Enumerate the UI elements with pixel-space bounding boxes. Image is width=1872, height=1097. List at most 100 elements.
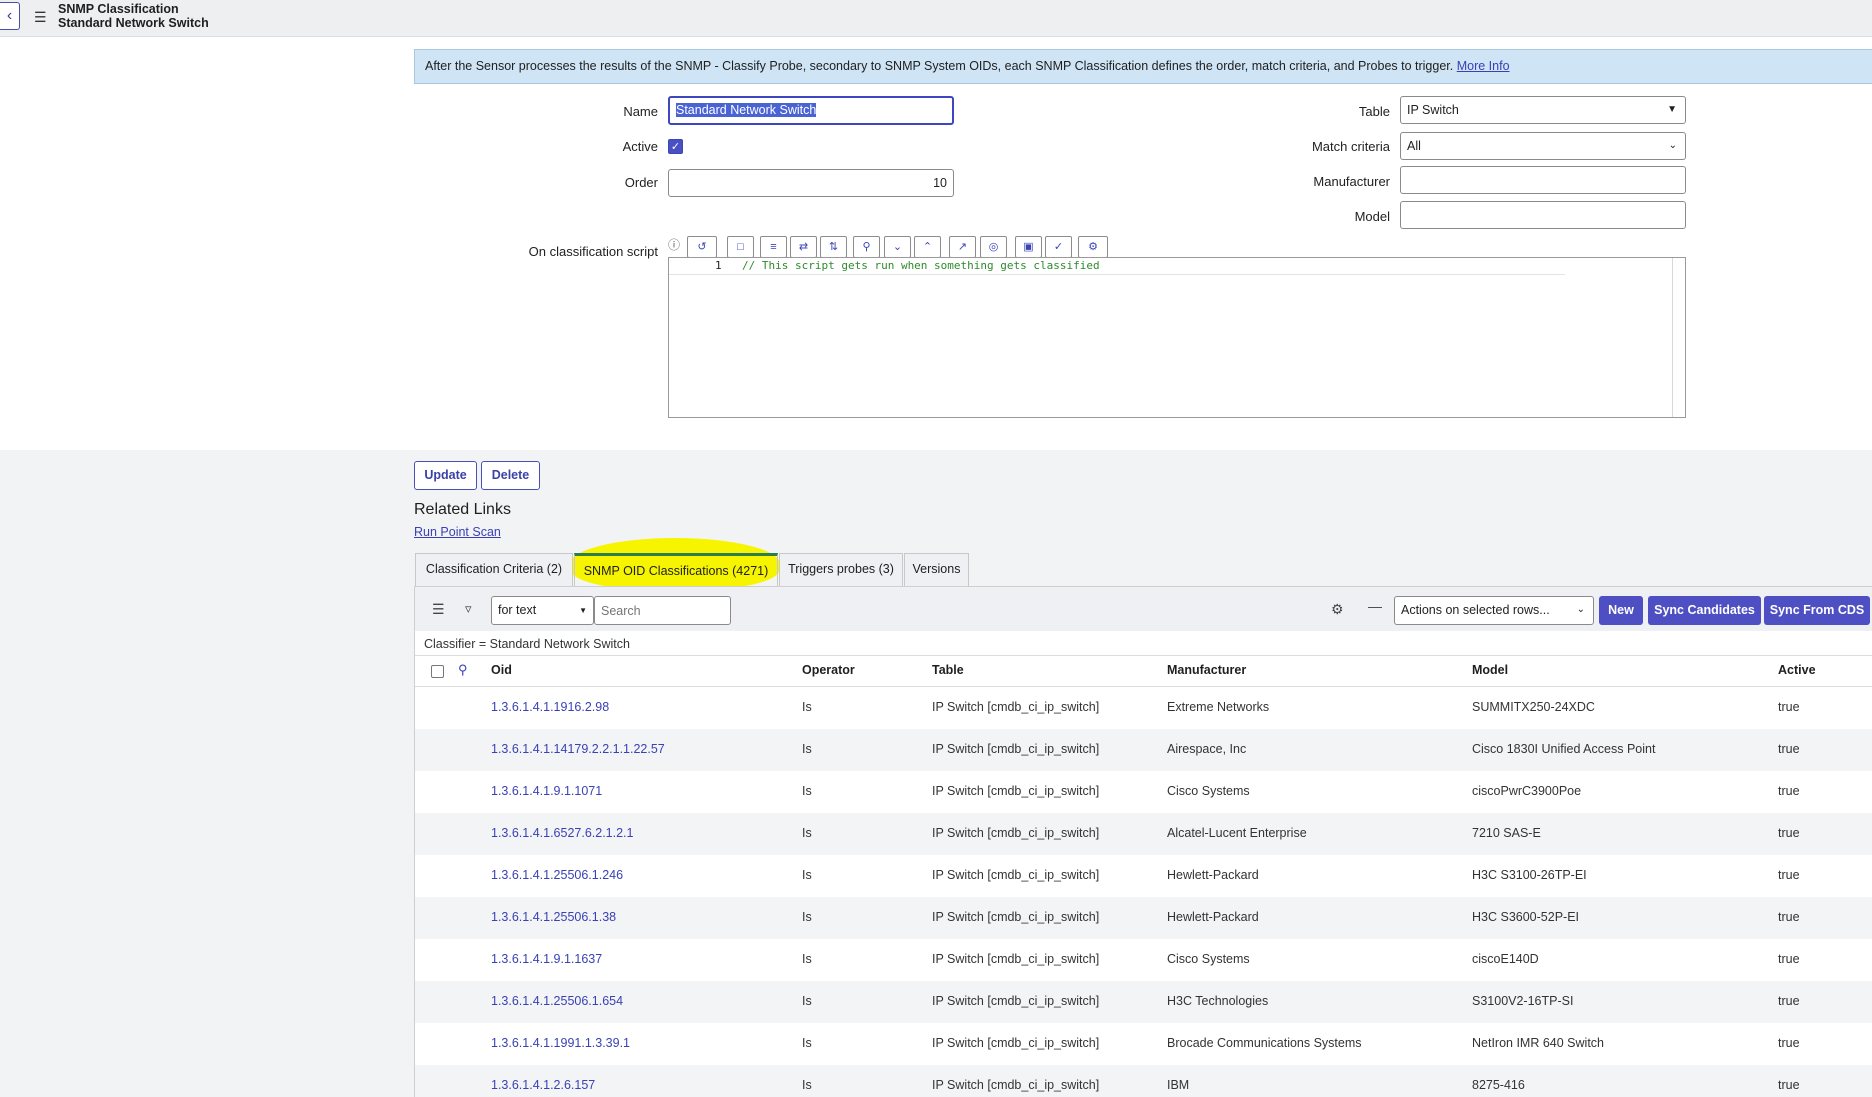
column-header-model[interactable]: Model (1472, 663, 1508, 677)
manufacturer-cell: Hewlett-Packard (1167, 910, 1259, 924)
name-label: Name (623, 104, 658, 119)
select-all-checkbox[interactable] (431, 665, 444, 678)
replace-icon[interactable]: ⇄ (790, 236, 817, 258)
sync-from-cds-button[interactable]: Sync From CDS (1764, 596, 1870, 625)
oid-cell[interactable]: 1.3.6.1.4.1.2.6.157 (491, 1078, 595, 1092)
format-icon[interactable]: ≡ (760, 236, 787, 258)
toggle-syntax-icon[interactable]: ↺ (687, 236, 717, 258)
check-syntax-icon[interactable]: ✓ (1045, 236, 1072, 258)
table-value: IP Switch (1407, 103, 1459, 117)
table-select[interactable]: IP Switch ▼ (1400, 96, 1686, 124)
tab-classification-criteria[interactable]: Classification Criteria (2) (415, 553, 573, 586)
manufacturer-cell: Airespace, Inc (1167, 742, 1247, 756)
tab-snmp-oid-classifications[interactable]: SNMP OID Classifications (4271) (574, 553, 778, 586)
search-input[interactable] (594, 596, 731, 625)
line-number: 1 (715, 259, 722, 272)
search-scope-value: for text (498, 603, 537, 617)
previous-icon[interactable]: ⌃ (914, 236, 941, 258)
next-icon[interactable]: ⌄ (884, 236, 911, 258)
chevron-down-icon: ⌄ (1576, 604, 1585, 615)
comment-icon[interactable]: □ (727, 236, 754, 258)
model-cell: ciscoE140D (1472, 952, 1539, 966)
search-scope-select[interactable]: for text ▼ (491, 596, 594, 625)
model-field[interactable] (1400, 201, 1686, 229)
list-menu-icon[interactable]: ☰ (432, 601, 445, 618)
new-button[interactable]: New (1599, 596, 1643, 625)
active-cell: true (1778, 1036, 1800, 1050)
more-info-link[interactable]: More Info (1457, 59, 1510, 73)
check-icon: ✓ (670, 141, 681, 153)
oid-cell[interactable]: 1.3.6.1.4.1.25506.1.246 (491, 868, 623, 882)
manufacturer-cell: Brocade Communications Systems (1167, 1036, 1362, 1050)
script-debugger-icon[interactable]: ◎ (980, 236, 1007, 258)
order-label: Order (624, 175, 658, 190)
manufacturer-cell: H3C Technologies (1167, 994, 1269, 1008)
oid-cell[interactable]: 1.3.6.1.4.1.1991.1.3.39.1 (491, 1036, 630, 1050)
manufacturer-cell: Alcatel-Lucent Enterprise (1167, 826, 1307, 840)
oid-cell[interactable]: 1.3.6.1.4.1.9.1.1071 (491, 784, 602, 798)
save-icon[interactable]: ▣ (1015, 236, 1042, 258)
column-search-icon[interactable]: ⚲ (458, 662, 468, 678)
update-button[interactable]: Update (414, 461, 477, 490)
gear-icon[interactable]: ⚙ (1331, 601, 1344, 618)
manufacturer-field[interactable] (1400, 166, 1686, 194)
table-cell: IP Switch [cmdb_ci_ip_switch] (932, 1078, 1100, 1092)
table-cell: IP Switch [cmdb_ci_ip_switch] (932, 952, 1100, 966)
fullscreen-icon[interactable]: ↗ (949, 236, 976, 258)
replace-all-icon[interactable]: ⇅ (820, 236, 847, 258)
tab-versions[interactable]: Versions (904, 553, 969, 586)
match-criteria-select[interactable]: All ⌄ (1400, 132, 1686, 160)
search-icon[interactable]: ⚲ (853, 236, 880, 258)
oid-cell[interactable]: 1.3.6.1.4.1.9.1.1637 (491, 952, 602, 966)
form-title: SNMP Classification (58, 2, 179, 16)
script-includes-icon[interactable]: ⚙ (1078, 236, 1108, 258)
active-checkbox[interactable]: ✓ (668, 139, 683, 154)
model-cell: H3C S3600-52P-EI (1472, 910, 1580, 924)
table-row[interactable]: 1.3.6.1.4.1.9.1.1637 Is IP Switch [cmdb_… (415, 939, 1872, 981)
sync-candidates-button[interactable]: Sync Candidates (1648, 596, 1761, 625)
manufacturer-cell: IBM (1167, 1078, 1190, 1092)
column-header-table[interactable]: Table (932, 663, 964, 677)
delete-button[interactable]: Delete (481, 461, 540, 490)
help-icon[interactable]: ⓘ (668, 236, 680, 253)
table-row[interactable]: 1.3.6.1.4.1.25506.1.246 Is IP Switch [cm… (415, 855, 1872, 897)
table-row[interactable]: 1.3.6.1.4.1.25506.1.38 Is IP Switch [cmd… (415, 897, 1872, 939)
table-row[interactable]: 1.3.6.1.4.1.1916.2.98 Is IP Switch [cmdb… (415, 687, 1872, 729)
filter-icon[interactable]: ▿ (465, 601, 472, 617)
match-criteria-value: All (1407, 139, 1421, 153)
order-field[interactable]: 10 (668, 169, 954, 197)
model-label: Model (1354, 209, 1390, 224)
column-header-manufacturer[interactable]: Manufacturer (1167, 663, 1246, 677)
active-cell: true (1778, 910, 1800, 924)
table-row[interactable]: 1.3.6.1.4.1.1991.1.3.39.1 Is IP Switch [… (415, 1023, 1872, 1065)
active-cell: true (1778, 826, 1800, 840)
manufacturer-cell: Cisco Systems (1167, 952, 1250, 966)
model-cell: 8275-416 (1472, 1078, 1525, 1092)
name-field[interactable]: Standard Network Switch (668, 96, 954, 125)
breadcrumb[interactable]: Classifier = Standard Network Switch (424, 637, 630, 651)
column-header-active[interactable]: Active (1778, 663, 1816, 677)
table-row[interactable]: 1.3.6.1.4.1.25506.1.654 Is IP Switch [cm… (415, 981, 1872, 1023)
actions-select[interactable]: Actions on selected rows... ⌄ (1394, 596, 1594, 625)
hamburger-icon[interactable]: ☰ (34, 9, 47, 26)
oid-cell[interactable]: 1.3.6.1.4.1.25506.1.38 (491, 910, 616, 924)
oid-cell[interactable]: 1.3.6.1.4.1.25506.1.654 (491, 994, 623, 1008)
script-editor[interactable]: 1 // This script gets run when something… (668, 257, 1686, 418)
column-header-operator[interactable]: Operator (802, 663, 855, 677)
table-row[interactable]: 1.3.6.1.4.1.14179.2.2.1.1.22.57 Is IP Sw… (415, 729, 1872, 771)
table-row[interactable]: 1.3.6.1.4.1.6527.6.2.1.2.1 Is IP Switch … (415, 813, 1872, 855)
model-cell: 7210 SAS-E (1472, 826, 1541, 840)
collapse-icon[interactable]: — (1368, 598, 1382, 614)
oid-cell[interactable]: 1.3.6.1.4.1.1916.2.98 (491, 700, 609, 714)
table-row[interactable]: 1.3.6.1.4.1.9.1.1071 Is IP Switch [cmdb_… (415, 771, 1872, 813)
column-header-oid[interactable]: Oid (491, 663, 512, 677)
table-cell: IP Switch [cmdb_ci_ip_switch] (932, 868, 1100, 882)
back-button[interactable]: ‹ (0, 2, 20, 30)
run-point-scan-link[interactable]: Run Point Scan (414, 525, 501, 539)
tab-triggers-probes[interactable]: Triggers probes (3) (779, 553, 903, 586)
table-row[interactable]: 1.3.6.1.4.1.2.6.157 Is IP Switch [cmdb_c… (415, 1065, 1872, 1097)
script-label: On classification script (528, 244, 658, 259)
editor-scrollbar[interactable] (1672, 258, 1673, 417)
oid-cell[interactable]: 1.3.6.1.4.1.6527.6.2.1.2.1 (491, 826, 633, 840)
oid-cell[interactable]: 1.3.6.1.4.1.14179.2.2.1.1.22.57 (491, 742, 665, 756)
